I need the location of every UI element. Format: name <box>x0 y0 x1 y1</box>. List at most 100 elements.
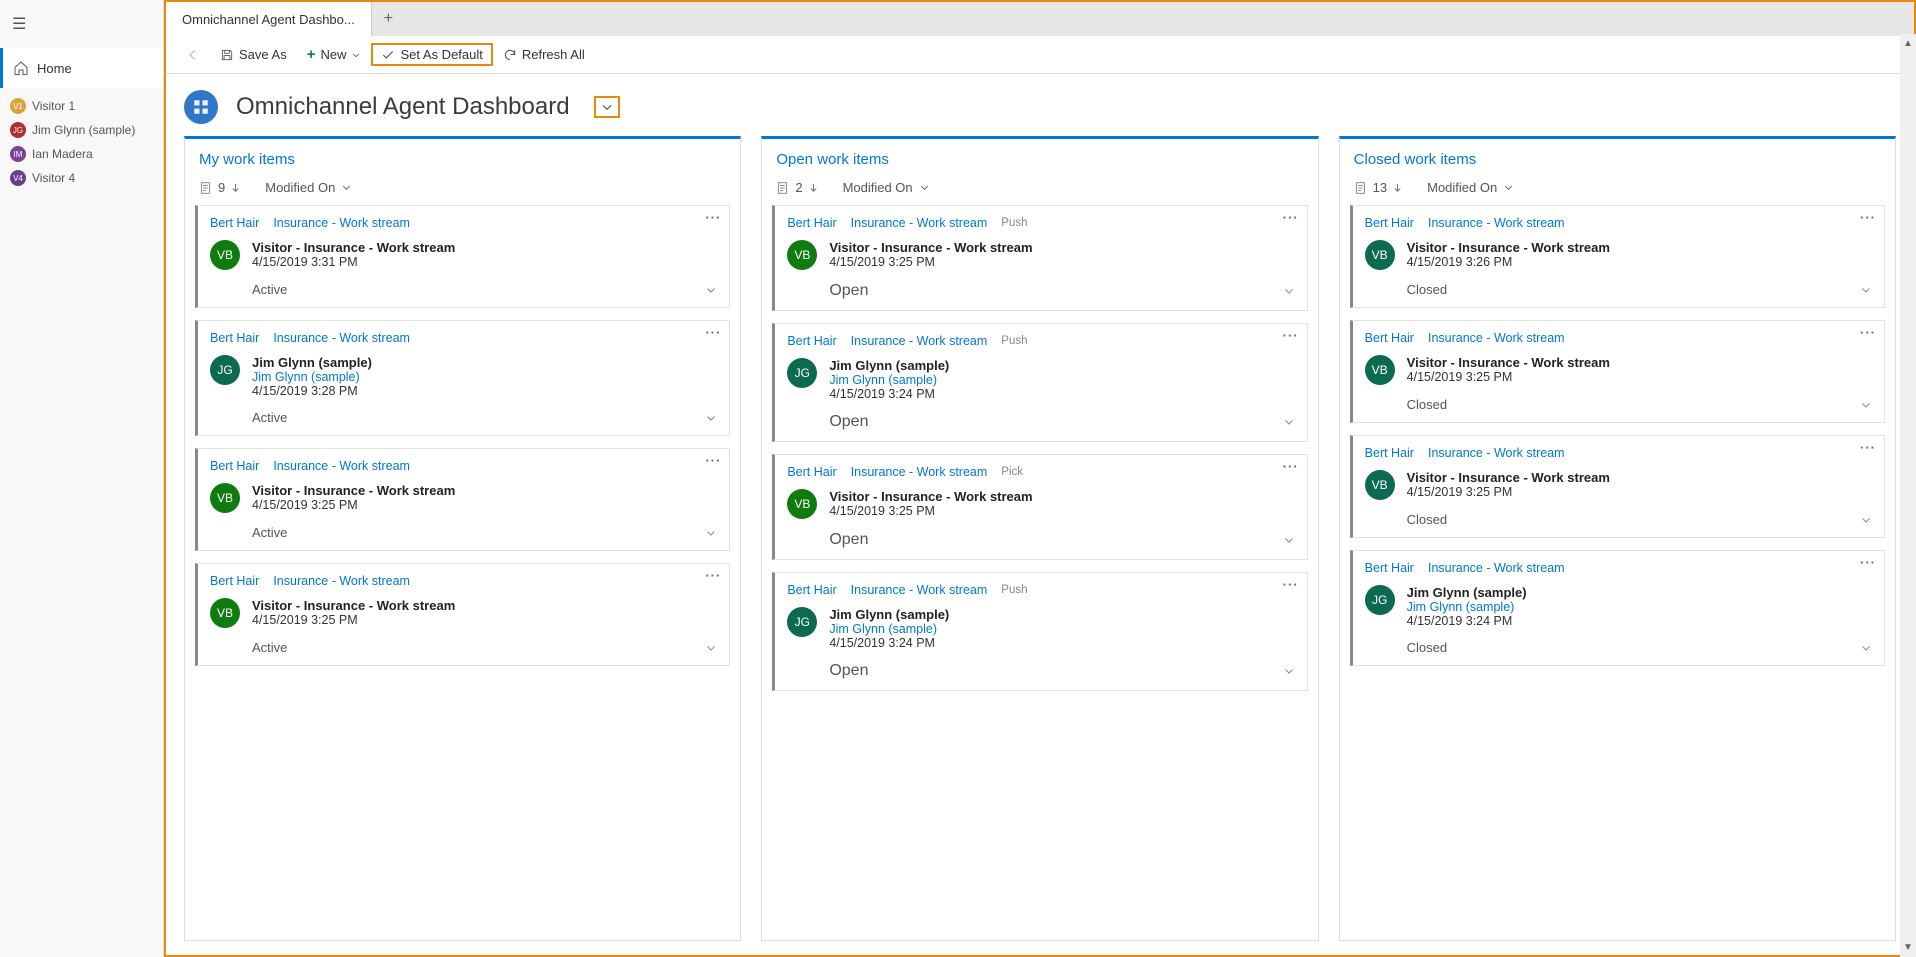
vertical-scrollbar[interactable]: ▲ ▼ <box>1900 34 1916 957</box>
card-stream-link[interactable]: Insurance - Work stream <box>273 331 410 345</box>
card-owner-link[interactable]: Bert Hair <box>210 459 259 473</box>
dashboard-dropdown[interactable] <box>594 96 620 118</box>
work-item-card[interactable]: ··· Bert Hair Insurance - Work stream VB… <box>195 448 730 551</box>
column-count: 9 <box>199 180 241 195</box>
card-owner-link[interactable]: Bert Hair <box>787 334 836 348</box>
card-owner-link[interactable]: Bert Hair <box>787 216 836 230</box>
card-owner-link[interactable]: Bert Hair <box>1365 561 1414 575</box>
work-item-card[interactable]: ··· Bert Hair Insurance - Work stream Pu… <box>772 572 1307 691</box>
work-item-card[interactable]: ··· Bert Hair Insurance - Work stream VB… <box>195 205 730 308</box>
card-stream-link[interactable]: Insurance - Work stream <box>273 574 410 588</box>
card-more-button[interactable]: ··· <box>1283 577 1299 592</box>
card-stream-link[interactable]: Insurance - Work stream <box>1428 446 1565 460</box>
card-more-button[interactable]: ··· <box>1860 440 1876 455</box>
card-expand-button[interactable] <box>1860 642 1872 654</box>
arrow-down-icon[interactable] <box>808 182 819 193</box>
sidebar-home-label: Home <box>37 61 72 76</box>
save-as-button[interactable]: Save As <box>210 43 297 66</box>
card-more-button[interactable]: ··· <box>1283 459 1299 474</box>
card-stream-link[interactable]: Insurance - Work stream <box>273 216 410 230</box>
card-owner-link[interactable]: Bert Hair <box>1365 216 1414 230</box>
tab-add-button[interactable]: + <box>372 2 405 36</box>
dashboard-header: Omnichannel Agent Dashboard <box>166 74 1914 136</box>
card-expand-button[interactable] <box>705 527 717 539</box>
new-button[interactable]: + New <box>297 42 372 67</box>
chevron-down-icon <box>705 412 717 424</box>
card-stream-link[interactable]: Insurance - Work stream <box>1428 216 1565 230</box>
card-owner-link[interactable]: Bert Hair <box>210 574 259 588</box>
card-expand-button[interactable] <box>1283 534 1295 546</box>
card-expand-button[interactable] <box>1283 416 1295 428</box>
sidebar-visitor-item[interactable]: IM Ian Madera <box>0 142 163 166</box>
card-owner-link[interactable]: Bert Hair <box>1365 331 1414 345</box>
card-owner-link[interactable]: Bert Hair <box>210 331 259 345</box>
card-more-button[interactable]: ··· <box>1283 210 1299 225</box>
avatar: JG <box>210 355 240 385</box>
card-stream-link[interactable]: Insurance - Work stream <box>851 334 988 348</box>
card-expand-button[interactable] <box>705 412 717 424</box>
sort-selector[interactable]: Modified On <box>843 180 930 195</box>
card-more-button[interactable]: ··· <box>705 210 721 225</box>
card-sublink[interactable]: Jim Glynn (sample) <box>829 373 1294 387</box>
set-default-button[interactable]: Set As Default <box>371 43 492 66</box>
card-expand-button[interactable] <box>705 284 717 296</box>
card-owner-link[interactable]: Bert Hair <box>1365 446 1414 460</box>
back-button[interactable] <box>176 44 210 66</box>
card-more-button[interactable]: ··· <box>1283 328 1299 343</box>
card-expand-button[interactable] <box>1860 284 1872 296</box>
sidebar-visitor-item[interactable]: V1 Visitor 1 <box>0 94 163 118</box>
card-stream-link[interactable]: Insurance - Work stream <box>1428 331 1565 345</box>
card-more-button[interactable]: ··· <box>1860 555 1876 570</box>
work-column: Closed work items 13 Modified On ··· Ber… <box>1339 136 1896 941</box>
work-item-card[interactable]: ··· Bert Hair Insurance - Work stream VB… <box>195 563 730 666</box>
work-item-card[interactable]: ··· Bert Hair Insurance - Work stream Pi… <box>772 454 1307 560</box>
sort-selector[interactable]: Modified On <box>265 180 352 195</box>
hamburger-icon[interactable]: ☰ <box>0 0 163 48</box>
work-item-card[interactable]: ··· Bert Hair Insurance - Work stream JG… <box>195 320 730 436</box>
sidebar-visitor-item[interactable]: JG Jim Glynn (sample) <box>0 118 163 142</box>
card-more-button[interactable]: ··· <box>1860 325 1876 340</box>
scroll-down-icon[interactable]: ▼ <box>1903 938 1913 957</box>
arrow-down-icon[interactable] <box>1392 182 1403 193</box>
card-sublink[interactable]: Jim Glynn (sample) <box>1407 600 1872 614</box>
card-expand-button[interactable] <box>1283 665 1295 677</box>
work-item-card[interactable]: ··· Bert Hair Insurance - Work stream VB… <box>1350 435 1885 538</box>
refresh-button[interactable]: Refresh All <box>493 43 595 66</box>
card-expand-button[interactable] <box>1860 514 1872 526</box>
work-item-card[interactable]: ··· Bert Hair Insurance - Work stream VB… <box>1350 205 1885 308</box>
card-stream-link[interactable]: Insurance - Work stream <box>1428 561 1565 575</box>
card-owner-link[interactable]: Bert Hair <box>210 216 259 230</box>
scroll-up-icon[interactable]: ▲ <box>1903 34 1913 53</box>
toolbar: Save As + New Set As Default Refresh All <box>166 36 1914 74</box>
card-sublink[interactable]: Jim Glynn (sample) <box>252 370 717 384</box>
arrow-down-icon[interactable] <box>230 182 241 193</box>
card-expand-button[interactable] <box>705 642 717 654</box>
work-item-card[interactable]: ··· Bert Hair Insurance - Work stream JG… <box>1350 550 1885 666</box>
work-item-card[interactable]: ··· Bert Hair Insurance - Work stream VB… <box>1350 320 1885 423</box>
sidebar-home[interactable]: Home <box>0 48 163 88</box>
card-more-button[interactable]: ··· <box>705 325 721 340</box>
sort-label: Modified On <box>265 180 335 195</box>
sort-selector[interactable]: Modified On <box>1427 180 1514 195</box>
card-expand-button[interactable] <box>1283 285 1295 297</box>
work-item-card[interactable]: ··· Bert Hair Insurance - Work stream Pu… <box>772 323 1307 442</box>
card-more-button[interactable]: ··· <box>1860 210 1876 225</box>
card-owner-link[interactable]: Bert Hair <box>787 583 836 597</box>
tab-label: Omnichannel Agent Dashbo... <box>182 12 355 27</box>
tab-dashboard[interactable]: Omnichannel Agent Dashbo... <box>166 2 372 36</box>
column-title[interactable]: My work items <box>199 151 295 168</box>
card-stream-link[interactable]: Insurance - Work stream <box>273 459 410 473</box>
card-stream-link[interactable]: Insurance - Work stream <box>851 216 988 230</box>
card-sublink[interactable]: Jim Glynn (sample) <box>829 622 1294 636</box>
sidebar-visitor-item[interactable]: V4 Visitor 4 <box>0 166 163 190</box>
card-expand-button[interactable] <box>1860 399 1872 411</box>
card-owner-link[interactable]: Bert Hair <box>787 465 836 479</box>
work-item-card[interactable]: ··· Bert Hair Insurance - Work stream Pu… <box>772 205 1307 311</box>
card-stream-link[interactable]: Insurance - Work stream <box>851 583 988 597</box>
card-more-button[interactable]: ··· <box>705 568 721 583</box>
column-title[interactable]: Open work items <box>776 151 889 168</box>
card-more-button[interactable]: ··· <box>705 453 721 468</box>
column-title[interactable]: Closed work items <box>1354 151 1477 168</box>
avatar: VB <box>1365 355 1395 385</box>
card-stream-link[interactable]: Insurance - Work stream <box>851 465 988 479</box>
